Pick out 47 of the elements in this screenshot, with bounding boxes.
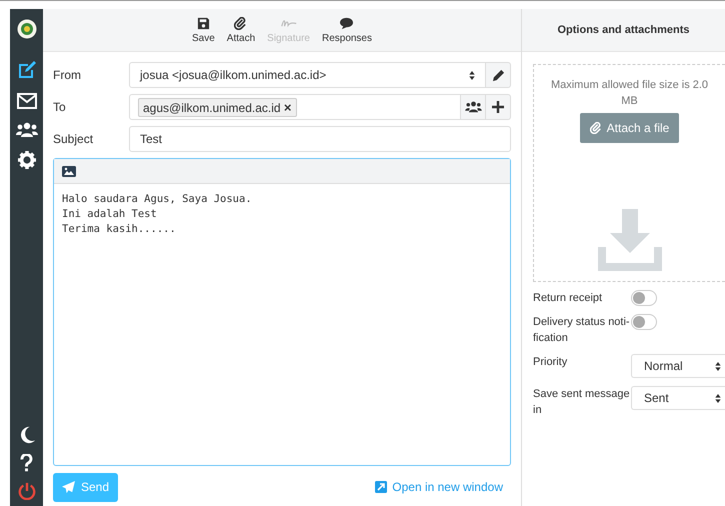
toggle-switch[interactable] (631, 290, 657, 306)
recipient-field[interactable]: agus@ilkom.unimed.ac.id × (129, 94, 461, 120)
speech-bubble-icon (339, 16, 354, 30)
option-select[interactable]: Normal (631, 354, 725, 378)
responses-button[interactable]: Responses (318, 16, 375, 44)
from-select[interactable]: josua <josua@ilkom.unimed.ac.id> (129, 62, 486, 88)
contacts-button[interactable] (461, 94, 486, 120)
file-drop-zone[interactable]: Maximum allowed file size is 2.0 MB Attach a file (533, 64, 725, 282)
subject-field[interactable]: Test (129, 126, 511, 152)
save-button[interactable]: Save (189, 16, 218, 44)
updown-arrows-icon (715, 394, 721, 402)
options-title: Options and attachments (522, 9, 725, 52)
pencil-icon (492, 68, 504, 82)
to-label: To (53, 100, 67, 114)
paper-plane-icon (62, 480, 75, 494)
max-size-note: Maximum allowed file size is 2.0 MB (550, 78, 710, 109)
people-icon[interactable] (16, 122, 38, 138)
logo-icon[interactable] (16, 19, 36, 39)
edit-identity-button[interactable] (486, 62, 511, 88)
from-label: From (53, 68, 82, 82)
envelope-icon[interactable] (16, 93, 36, 109)
toggle-switch[interactable] (631, 314, 657, 330)
external-link-icon (375, 481, 388, 493)
plus-icon (492, 101, 504, 113)
add-recipient-button[interactable] (486, 94, 511, 120)
recipient-chip: agus@ilkom.unimed.ac.id × (138, 98, 297, 116)
option-label: Return receipt (533, 291, 604, 306)
option-label: Save sent message in (533, 387, 631, 418)
message-text: Halo saudara Agus, Saya Josua. Ini adalah Test Terima kasih...... (61, 192, 253, 237)
subject-label: Subject (53, 132, 94, 146)
paperclip-icon (590, 122, 602, 134)
image-icon[interactable] (62, 166, 76, 176)
download-icon (598, 207, 662, 271)
option-select[interactable]: Sent (631, 386, 725, 410)
option-label: Priority (533, 355, 568, 370)
people-icon (464, 101, 482, 113)
help-icon[interactable] (20, 454, 33, 472)
message-editor[interactable]: Halo saudara Agus, Saya Josua. Ini adalah Test Terima kasih...... (53, 158, 511, 466)
updown-arrows-icon (469, 70, 475, 80)
settings-icon[interactable] (18, 151, 36, 169)
paperclip-icon (234, 16, 248, 30)
option-label: Delivery status noti-fication (533, 315, 631, 346)
compose-icon[interactable] (16, 60, 36, 80)
attach-button[interactable]: Attach (224, 16, 258, 44)
remove-recipient-button[interactable]: × (284, 100, 292, 114)
power-icon[interactable] (18, 482, 36, 500)
updown-arrows-icon (715, 362, 721, 370)
